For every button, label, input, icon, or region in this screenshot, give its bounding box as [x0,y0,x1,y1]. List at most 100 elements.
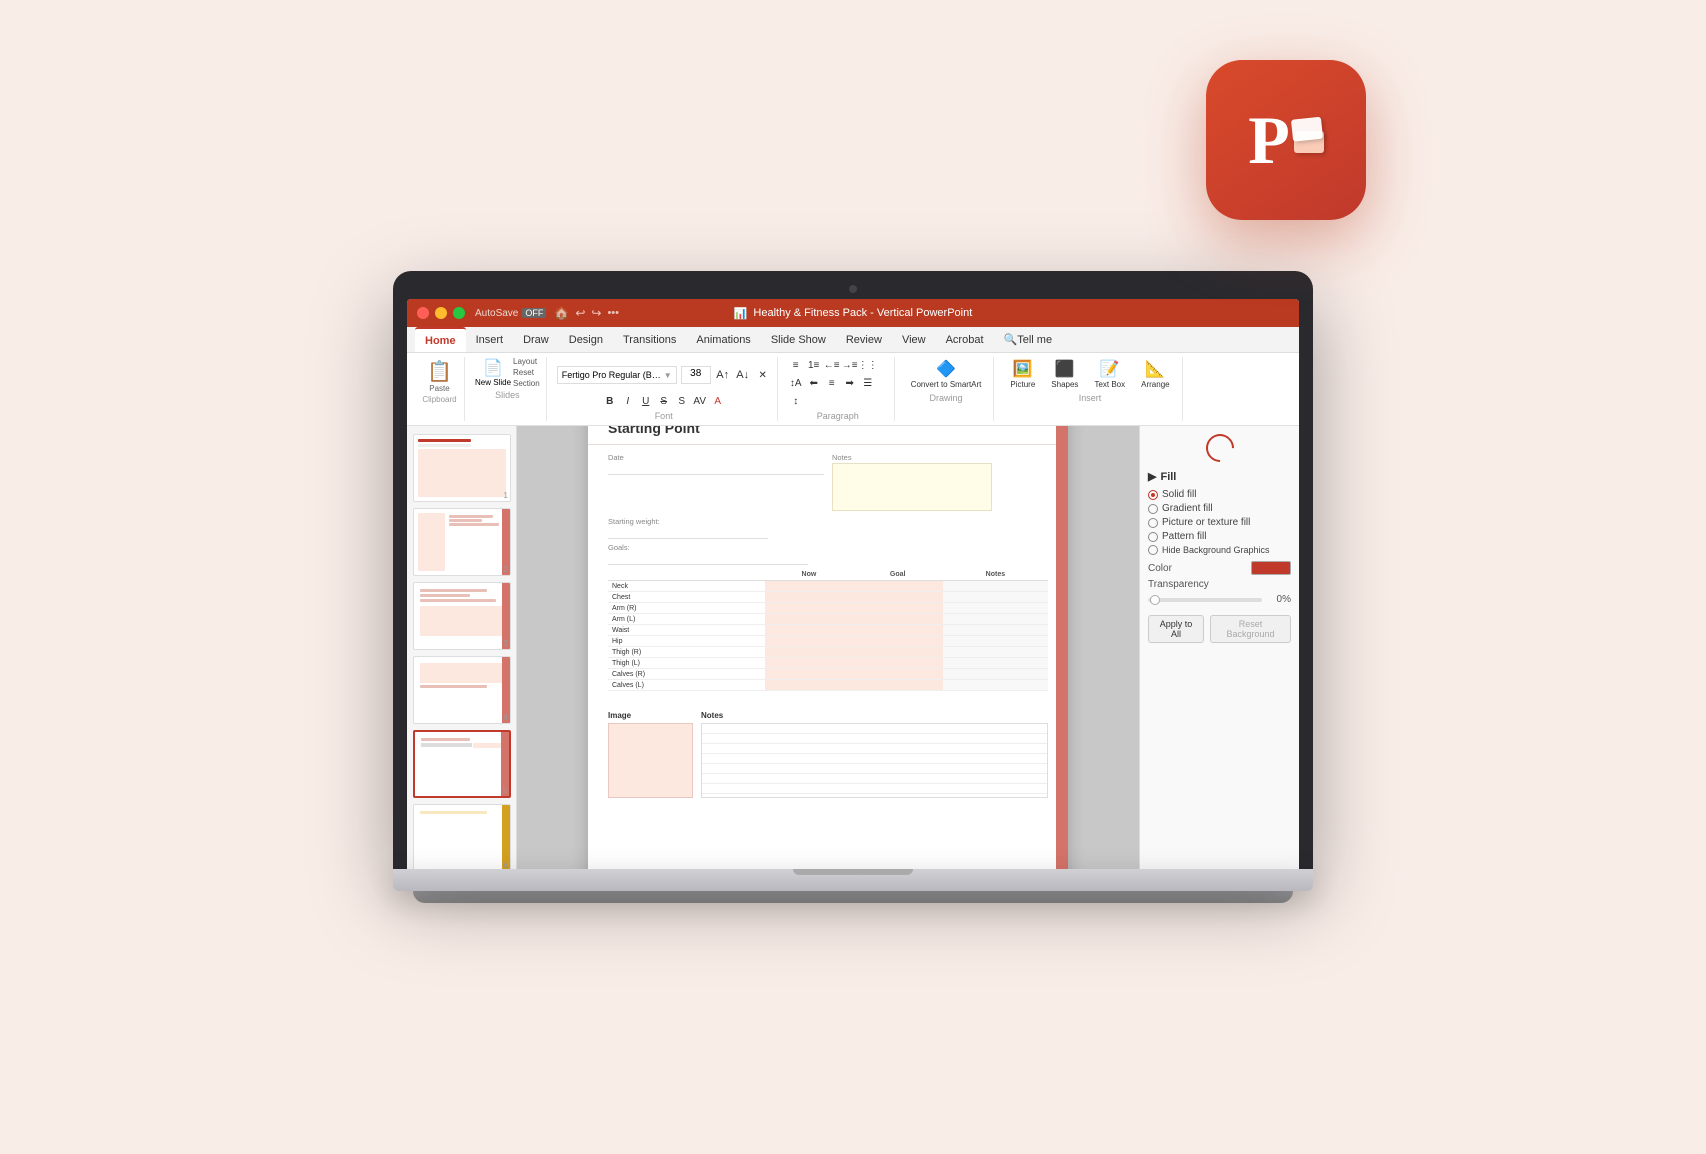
close-button[interactable] [417,307,429,319]
tab-transitions[interactable]: Transitions [613,327,686,352]
goals-field[interactable] [608,553,808,565]
new-slide-label: New Slide [475,378,511,387]
layout-button[interactable]: Layout [513,357,540,366]
convert-smartart-button[interactable]: 🔷 Convert to SmartArt [905,357,988,391]
autosave-area: AutoSave OFF [465,308,546,319]
slide-panel[interactable]: 1 [407,426,517,869]
reset-bg-button[interactable]: Reset Background [1210,615,1291,643]
textbox-button[interactable]: 📝 Text Box [1088,357,1131,391]
panel-undo-icon[interactable] [1200,428,1240,468]
minimize-button[interactable] [435,307,447,319]
justify-button[interactable]: ☰ [860,375,876,391]
bodypart-neck: Neck [608,581,765,592]
align-left-button[interactable]: ⬅ [806,375,822,391]
align-center-button[interactable]: ≡ [824,375,840,391]
hide-bg-radio[interactable] [1148,545,1158,555]
solid-fill-option[interactable]: Solid fill [1148,489,1291,500]
tab-tell-me[interactable]: 🔍 Tell me [994,327,1063,352]
slide-thumb-3[interactable]: 3 [413,582,511,650]
notes-input[interactable] [832,463,992,511]
weight-field[interactable] [608,527,768,539]
tab-acrobat[interactable]: Acrobat [936,327,994,352]
indent-increase-button[interactable]: →≡ [842,357,858,373]
arrange-button[interactable]: 📐 Arrange [1135,357,1175,391]
picture-fill-radio[interactable] [1148,518,1158,528]
indent-decrease-button[interactable]: ←≡ [824,357,840,373]
shapes-button[interactable]: ⬛ Shapes [1045,357,1084,391]
tab-slideshow[interactable]: Slide Show [761,327,836,352]
shadow-button[interactable]: S [674,393,690,409]
char-spacing-button[interactable]: AV [692,393,708,409]
italic-button[interactable]: I [620,393,636,409]
thumb-6-number: 6 [504,861,508,869]
picture-fill-label: Picture or texture fill [1162,517,1250,528]
bodypart-arm-l: Arm (L) [608,614,765,625]
font-color-button[interactable]: A [710,393,726,409]
slide-canvas[interactable]: Starting Point Date Notes [517,426,1139,869]
tab-design[interactable]: Design [559,327,613,352]
slide-thumb-6[interactable]: 6 [413,804,511,869]
tab-home[interactable]: Home [415,327,466,352]
tab-draw[interactable]: Draw [513,327,559,352]
text-direction-button[interactable]: ↕A [788,375,804,391]
transparency-slider[interactable] [1148,598,1262,602]
picture-fill-option[interactable]: Picture or texture fill [1148,517,1291,528]
columns-button[interactable]: ⋮⋮ [860,357,876,373]
align-right-button[interactable]: ➡ [842,375,858,391]
slide-thumb-2[interactable]: 2 [413,508,511,576]
more-icon[interactable]: ••• [607,307,619,319]
number-list-button[interactable]: 1≡ [806,357,822,373]
notes-lines[interactable] [701,723,1048,798]
slide-thumb-4[interactable]: 4 [413,656,511,724]
hide-bg-option[interactable]: Hide Background Graphics [1148,545,1291,555]
line-spacing-button[interactable]: ↕ [788,393,804,409]
bold-button[interactable]: B [602,393,618,409]
color-swatch[interactable] [1251,561,1291,575]
slide-thumb-5-active[interactable]: 5 [413,730,511,798]
pattern-fill-option[interactable]: Pattern fill [1148,531,1291,542]
date-field[interactable] [608,463,824,475]
maximize-button[interactable] [453,307,465,319]
font-selector[interactable]: Fertigo Pro Regular (Bo... ▼ [557,366,677,384]
table-row: Thigh (R) [608,647,1048,658]
font-size-input[interactable]: 38 [681,366,711,384]
slide-content: Starting Point Date Notes [588,426,1068,869]
window-title: 📊 Healthy & Fitness Pack - Vertical Powe… [734,307,973,320]
apply-all-button[interactable]: Apply to All [1148,615,1204,643]
decrease-font-button[interactable]: A↓ [735,367,751,383]
picture-button[interactable]: 🖼️ Picture [1004,357,1041,391]
underline-button[interactable]: U [638,393,654,409]
tab-review[interactable]: Review [836,327,892,352]
new-slide-button[interactable]: 📄 New Slide [475,358,511,387]
insert-buttons: 🖼️ Picture ⬛ Shapes 📝 Text Box [1004,357,1175,391]
gradient-fill-option[interactable]: Gradient fill [1148,503,1291,514]
slider-thumb[interactable] [1150,595,1160,605]
increase-font-button[interactable]: A↑ [715,367,731,383]
tab-view[interactable]: View [892,327,936,352]
slides-buttons: 📄 New Slide Layout Reset Section [475,357,540,388]
redo-icon[interactable]: ↪ [591,306,601,320]
strikethrough-button[interactable]: S [656,393,672,409]
document-title: Healthy & Fitness Pack - Vertical PowerP… [753,307,972,319]
bullet-list-button[interactable]: ≡ [788,357,804,373]
clear-format-button[interactable]: ✕ [755,367,771,383]
tab-animations[interactable]: Animations [686,327,760,352]
transparency-label: Transparency [1148,579,1209,590]
bottom-section: Image Notes [588,703,1068,806]
paste-button[interactable]: 📋 Paste [423,357,456,395]
undo-icon[interactable]: ↩ [575,306,585,320]
ribbon-group-paste: 📋 Paste Clipboard [415,357,465,421]
image-placeholder[interactable] [608,723,693,798]
reset-button[interactable]: Reset [513,368,540,377]
pattern-fill-radio[interactable] [1148,532,1158,542]
shapes-icon: ⬛ [1055,359,1075,379]
slide-thumb-1[interactable]: 1 [413,434,511,502]
tab-insert[interactable]: Insert [466,327,514,352]
section-button[interactable]: Section [513,379,540,388]
home-icon[interactable]: 🏠 [554,306,569,320]
gradient-fill-radio[interactable] [1148,504,1158,514]
thumb-2-number: 2 [504,565,508,574]
laptop-screen: AutoSave OFF 🏠 ↩ ↪ ••• 📊 Healthy & Fitne… [407,299,1299,869]
autosave-toggle[interactable]: OFF [522,308,546,318]
solid-fill-radio[interactable] [1148,490,1158,500]
